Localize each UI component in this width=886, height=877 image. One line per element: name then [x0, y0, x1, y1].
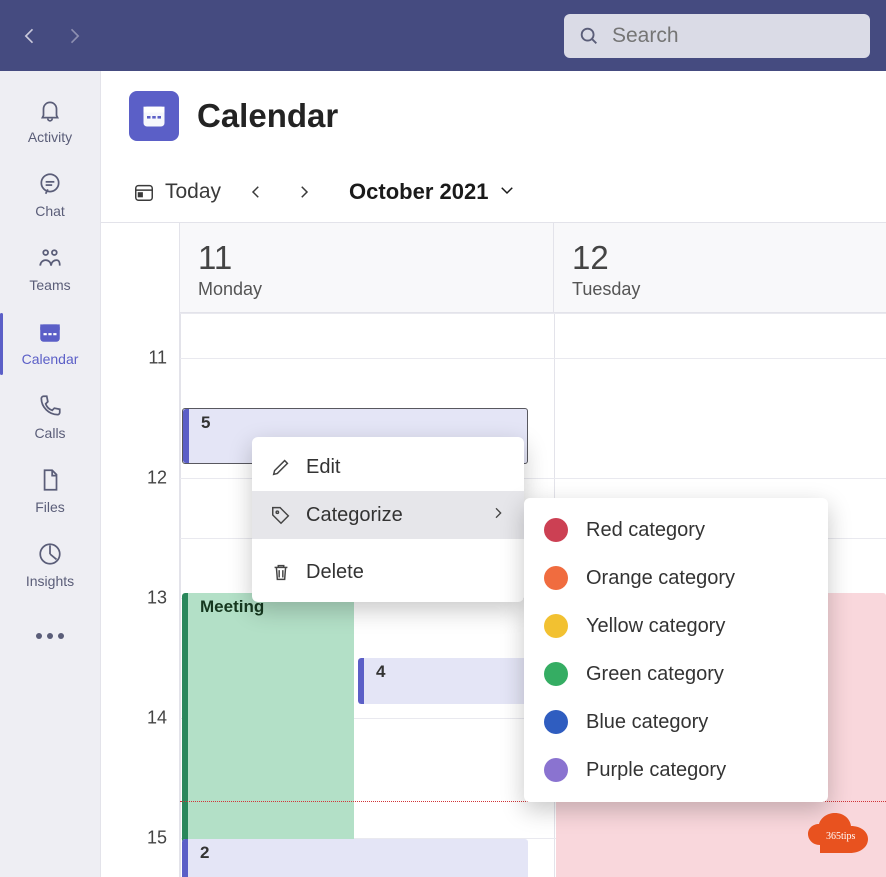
day-header-monday[interactable]: 11 Monday	[180, 223, 554, 312]
hour-label: 11	[148, 348, 167, 369]
category-label: Purple category	[586, 759, 726, 782]
event-meeting[interactable]: Meeting	[182, 593, 354, 877]
forward-button[interactable]	[64, 26, 84, 46]
rail-label: Insights	[26, 573, 74, 589]
ctx-label: Categorize	[306, 504, 476, 527]
rail-more[interactable]	[36, 633, 64, 639]
title-bar	[0, 0, 886, 71]
svg-text:365tips: 365tips	[826, 831, 856, 842]
category-option[interactable]: Green category	[524, 650, 828, 698]
chat-icon	[35, 169, 65, 199]
search-icon	[578, 25, 600, 47]
category-label: Red category	[586, 519, 705, 542]
file-icon	[35, 465, 65, 495]
pencil-icon	[270, 456, 292, 478]
category-label: Orange category	[586, 567, 735, 590]
chevron-right-icon	[490, 504, 506, 527]
color-swatch	[544, 662, 568, 686]
back-button[interactable]	[20, 26, 40, 46]
hour-label: 13	[147, 588, 167, 609]
ctx-label: Edit	[306, 456, 506, 479]
context-menu: Edit Categorize Delete	[252, 437, 524, 602]
watermark-badge: 365tips	[806, 811, 870, 855]
hour-label: 15	[147, 828, 167, 849]
rail-files[interactable]: Files	[0, 455, 101, 529]
rail-label: Activity	[28, 129, 72, 145]
category-option[interactable]: Orange category	[524, 554, 828, 602]
color-swatch	[544, 758, 568, 782]
app-rail: Activity Chat Teams Calendar Calls Files	[0, 71, 101, 877]
day-number: 11	[198, 239, 535, 277]
rail-activity[interactable]: Activity	[0, 85, 101, 159]
bell-icon	[35, 95, 65, 125]
color-swatch	[544, 518, 568, 542]
today-button[interactable]: Today	[133, 180, 221, 204]
day-name: Monday	[198, 279, 535, 300]
event-2[interactable]: 2	[182, 839, 528, 877]
rail-label: Calls	[34, 425, 65, 441]
rail-chat[interactable]: Chat	[0, 159, 101, 233]
category-option[interactable]: Yellow category	[524, 602, 828, 650]
color-swatch	[544, 566, 568, 590]
category-label: Blue category	[586, 711, 708, 734]
calendar-app-icon	[129, 91, 179, 141]
phone-icon	[35, 391, 65, 421]
today-label: Today	[165, 180, 221, 204]
calendar-icon	[35, 317, 65, 347]
hour-label: 14	[147, 708, 167, 729]
calendar-toolbar: Today October 2021	[101, 161, 886, 223]
event-title: 4	[376, 662, 385, 681]
category-label: Yellow category	[586, 615, 725, 638]
rail-label: Calendar	[22, 351, 79, 367]
category-option[interactable]: Purple category	[524, 746, 828, 794]
color-swatch	[544, 614, 568, 638]
month-label: October 2021	[349, 179, 488, 205]
today-icon	[133, 181, 155, 203]
rail-label: Files	[35, 499, 65, 515]
ctx-categorize[interactable]: Categorize	[252, 491, 524, 539]
next-button[interactable]	[291, 179, 317, 205]
ctx-label: Delete	[306, 561, 506, 584]
search-input[interactable]	[610, 23, 856, 49]
tag-icon	[270, 504, 292, 526]
hour-label: 12	[147, 468, 167, 489]
event-title: 2	[200, 843, 209, 862]
category-option[interactable]: Red category	[524, 506, 828, 554]
day-number: 12	[572, 239, 886, 277]
event-title: 5	[201, 413, 210, 432]
page-header: Calendar	[101, 71, 886, 161]
ctx-delete[interactable]: Delete	[252, 548, 524, 596]
chevron-down-icon	[498, 179, 516, 205]
insights-icon	[35, 539, 65, 569]
category-option[interactable]: Blue category	[524, 698, 828, 746]
rail-insights[interactable]: Insights	[0, 529, 101, 603]
rail-label: Chat	[35, 203, 65, 219]
rail-teams[interactable]: Teams	[0, 233, 101, 307]
teams-icon	[35, 243, 65, 273]
month-picker[interactable]: October 2021	[349, 179, 516, 205]
category-label: Green category	[586, 663, 724, 686]
search-box[interactable]	[564, 14, 870, 58]
day-headers: 11 Monday 12 Tuesday	[180, 223, 886, 313]
day-name: Tuesday	[572, 279, 886, 300]
rail-label: Teams	[29, 277, 70, 293]
trash-icon	[270, 561, 292, 583]
categorize-submenu: Red category Orange category Yellow catego…	[524, 498, 828, 802]
day-header-tuesday[interactable]: 12 Tuesday	[554, 223, 886, 312]
rail-calls[interactable]: Calls	[0, 381, 101, 455]
ctx-edit[interactable]: Edit	[252, 443, 524, 491]
prev-button[interactable]	[243, 179, 269, 205]
time-column: 11 12 13 14 15	[101, 223, 180, 877]
rail-calendar[interactable]: Calendar	[0, 307, 101, 381]
page-title: Calendar	[197, 97, 338, 135]
color-swatch	[544, 710, 568, 734]
